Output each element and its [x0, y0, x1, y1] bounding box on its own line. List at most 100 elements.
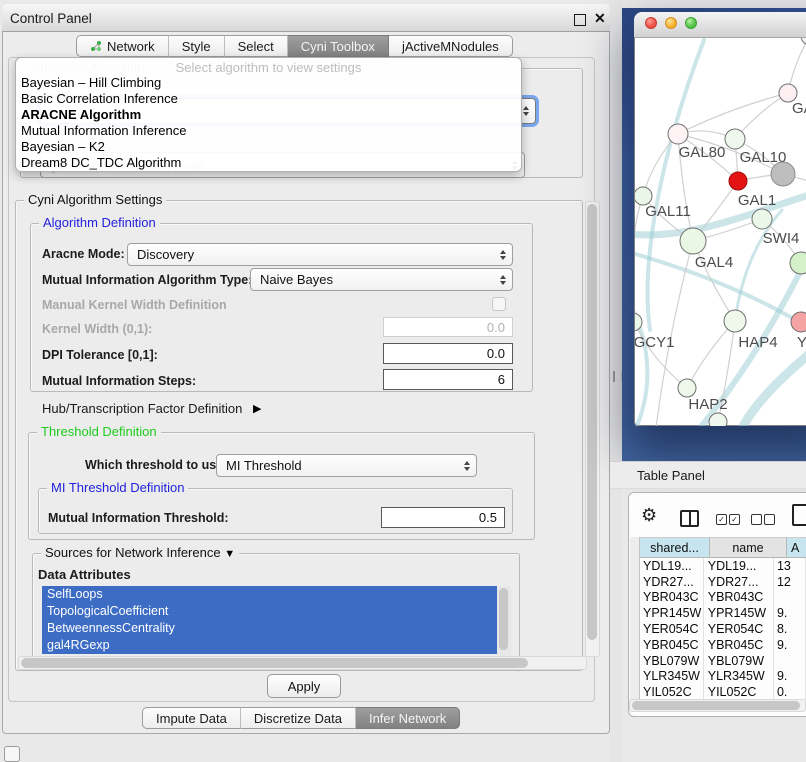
network-node-gal80[interactable]	[668, 124, 688, 144]
kernel-width-field[interactable]: 0.0	[383, 317, 513, 337]
collapse-down-icon[interactable]: ▼	[224, 548, 235, 560]
table-row[interactable]: YPR145WYPR145W9.	[640, 605, 806, 621]
gear-icon[interactable]	[641, 505, 657, 526]
unchecked-checkbox-icon[interactable]	[751, 514, 762, 525]
table-row[interactable]: YBR045CYBR045C9.	[640, 637, 806, 653]
table-cell[interactable]: YBR043C	[640, 590, 704, 606]
table-cell[interactable]: 9.	[774, 637, 806, 653]
network-node-gal10[interactable]	[725, 129, 745, 149]
minimized-panel-icon[interactable]	[4, 746, 20, 762]
manual-kernel-checkbox[interactable]	[492, 297, 506, 311]
table-cell[interactable]: 8.	[774, 621, 806, 637]
algorithm-option-aracne-algorithm[interactable]: ARACNE Algorithm	[16, 107, 521, 123]
table-row[interactable]: YDR27...YDR27...12	[640, 574, 806, 590]
column-header-shared[interactable]: shared...	[640, 537, 710, 558]
table-cell[interactable]: 9.	[774, 669, 806, 685]
network-node-gal4[interactable]	[680, 228, 706, 254]
tab-select[interactable]: Select	[225, 35, 288, 57]
unchecked-checkbox-icon[interactable]	[764, 514, 775, 525]
table-row[interactable]: YER054CYER054C8.	[640, 621, 806, 637]
table-cell[interactable]: YBR043C	[704, 590, 774, 606]
table-cell[interactable]: YIL052C	[704, 684, 774, 700]
network-view[interactable]: GALGAL80GAL10GAL1GAL11SWI4GAL4GCY1HAP4YH…	[635, 38, 806, 426]
attributes-scrollbar-thumb[interactable]	[499, 588, 508, 650]
settings-vscrollbar-thumb[interactable]	[587, 204, 597, 640]
column-header-name[interactable]: name	[710, 537, 787, 558]
table-cell[interactable]	[774, 653, 806, 669]
table-row[interactable]: YLR345WYLR345W9.	[640, 669, 806, 685]
algorithm-option-dream8-dc-tdc-algorithm[interactable]: Dream8 DC_TDC Algorithm	[16, 155, 521, 171]
mi-threshold-field[interactable]: 0.5	[381, 507, 505, 528]
attribute-item-topologicalcoefficient[interactable]: TopologicalCoefficient	[42, 603, 497, 620]
table-hscrollbar-thumb[interactable]	[632, 701, 800, 710]
table-cell[interactable]: YBR045C	[704, 637, 774, 653]
hub-definition-label[interactable]: Hub/Transcription Factor Definition	[42, 401, 242, 416]
network-node[interactable]	[801, 38, 806, 45]
table-cell[interactable]: YDR27...	[704, 574, 774, 590]
table-cell[interactable]: 0.	[774, 684, 806, 700]
table-cell[interactable]: YPR145W	[640, 605, 704, 621]
which-threshold-select[interactable]: MI Threshold	[216, 454, 477, 477]
table-doc-icon[interactable]	[792, 504, 806, 526]
dpi-tolerance-field[interactable]: 0.0	[383, 343, 513, 364]
table-cell[interactable]	[774, 590, 806, 606]
table-cell[interactable]: 13	[774, 558, 806, 574]
minimize-traffic-light-icon[interactable]	[665, 17, 677, 29]
table-row[interactable]: YIL052CYIL052C0.	[640, 684, 806, 700]
network-node[interactable]	[709, 413, 727, 426]
network-node-hap2[interactable]	[678, 379, 696, 397]
bottom-tab-impute-data[interactable]: Impute Data	[142, 707, 241, 729]
network-node-hap4[interactable]	[724, 310, 746, 332]
network-node-swi4[interactable]	[752, 209, 772, 229]
bottom-tab-discretize-data[interactable]: Discretize Data	[241, 707, 356, 729]
split-columns-icon[interactable]	[680, 510, 699, 527]
attribute-item-betweennesscentrality[interactable]: BetweennessCentrality	[42, 620, 497, 637]
table-cell[interactable]: YDL19...	[640, 558, 704, 574]
table-row[interactable]: YBL079WYBL079W	[640, 653, 806, 669]
algorithm-option-bayesian-k2[interactable]: Bayesian – K2	[16, 139, 521, 155]
network-node-gal1[interactable]	[729, 172, 747, 190]
aracne-mode-select[interactable]: Discovery	[127, 243, 513, 266]
checked-checkbox-icon[interactable]	[729, 514, 740, 525]
table-cell[interactable]: YDR27...	[640, 574, 704, 590]
column-header-a[interactable]: A	[787, 537, 806, 558]
float-window-icon[interactable]	[574, 14, 586, 26]
table-cell[interactable]: YBR045C	[640, 637, 704, 653]
table-cell[interactable]: YLR345W	[640, 669, 704, 685]
close-icon[interactable]: ✕	[594, 10, 606, 27]
expand-right-icon[interactable]: ▶	[253, 402, 261, 415]
tab-style[interactable]: Style	[169, 35, 225, 57]
table-cell[interactable]: YBL079W	[704, 653, 774, 669]
algorithm-option-mutual-information-inference[interactable]: Mutual Information Inference	[16, 123, 521, 139]
checked-checkbox-icon[interactable]	[716, 514, 727, 525]
zoom-traffic-light-icon[interactable]	[685, 17, 697, 29]
network-node[interactable]	[790, 252, 806, 274]
table-cell[interactable]: YLR345W	[704, 669, 774, 685]
network-node-y[interactable]	[791, 312, 806, 332]
table-cell[interactable]: YIL052C	[640, 684, 704, 700]
table-cell[interactable]: YPR145W	[704, 605, 774, 621]
table-cell[interactable]: YER054C	[704, 621, 774, 637]
tab-cyni-toolbox[interactable]: Cyni Toolbox	[288, 35, 389, 57]
algorithm-option-bayesian-hill-climbing[interactable]: Bayesian – Hill Climbing	[16, 75, 521, 91]
network-node[interactable]	[771, 162, 795, 186]
settings-hscrollbar-thumb[interactable]	[21, 658, 528, 668]
mi-steps-field[interactable]: 6	[383, 369, 513, 390]
algorithm-option-basic-correlation-inference[interactable]: Basic Correlation Inference	[16, 91, 521, 107]
table-cell[interactable]: YER054C	[640, 621, 704, 637]
tab-network[interactable]: Network	[76, 35, 169, 57]
network-window-titlebar[interactable]	[634, 12, 806, 38]
tab-jactivemnodules[interactable]: jActiveMNodules	[389, 35, 513, 57]
attribute-item-gal4rgexp[interactable]: gal4RGexp	[42, 637, 497, 654]
table-cell[interactable]: YBL079W	[640, 653, 704, 669]
attribute-item-selfloops[interactable]: SelfLoops	[42, 586, 497, 603]
apply-button[interactable]: Apply	[267, 674, 341, 698]
table-cell[interactable]: 9.	[774, 605, 806, 621]
table-row[interactable]: YBR043CYBR043C	[640, 590, 806, 606]
mi-algorithm-type-select[interactable]: Naive Bayes	[250, 268, 513, 291]
bottom-tab-infer-network[interactable]: Infer Network	[356, 707, 460, 729]
table-row[interactable]: YDL19...YDL19...13	[640, 558, 806, 574]
table-cell[interactable]: YDL19...	[704, 558, 774, 574]
close-traffic-light-icon[interactable]	[645, 17, 657, 29]
table-cell[interactable]: 12	[774, 574, 806, 590]
